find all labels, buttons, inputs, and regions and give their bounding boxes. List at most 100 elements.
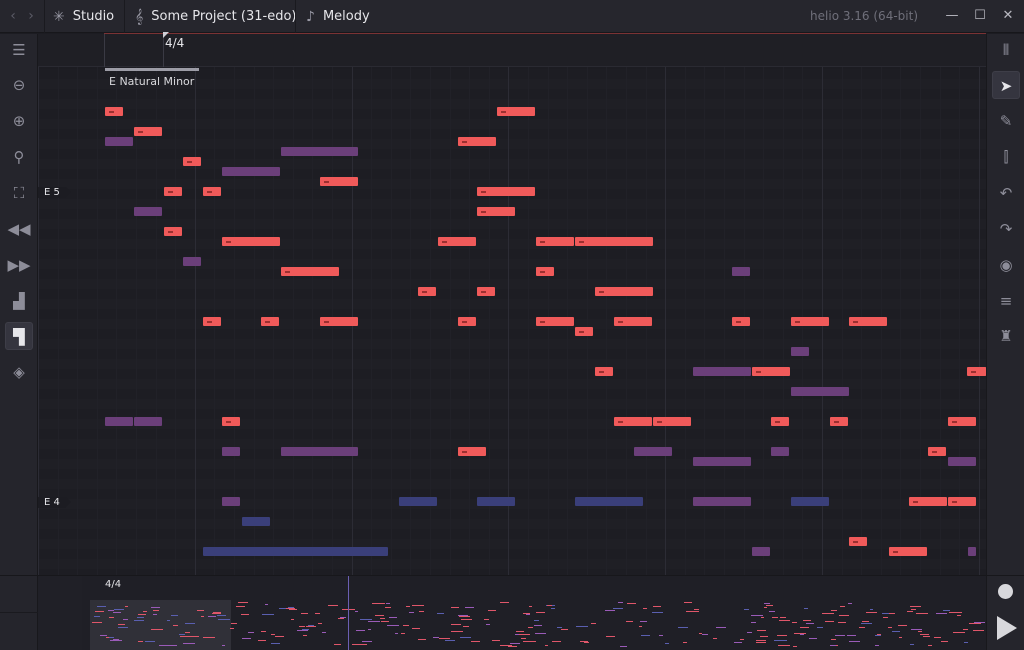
minimap-note — [384, 606, 392, 608]
beat-line — [783, 67, 784, 575]
minimap-note — [547, 605, 552, 607]
minimap-note — [302, 634, 307, 636]
minimap-note — [817, 626, 824, 628]
key-signature-marker[interactable] — [105, 68, 199, 71]
time-signature[interactable]: 4/4 — [165, 36, 184, 50]
studio-icon: ✳ — [53, 8, 65, 25]
pitch-row — [38, 169, 986, 179]
rewind-icon[interactable]: ◀◀ — [5, 215, 33, 243]
minimap-note — [367, 629, 372, 631]
minimap-note — [362, 640, 372, 642]
minimap-note — [653, 606, 661, 608]
note — [614, 417, 652, 426]
minimap-note — [109, 616, 114, 618]
cursor-icon[interactable]: ➤ — [992, 71, 1020, 99]
arpeggiator-icon[interactable]: ≡ — [992, 287, 1020, 315]
minimap[interactable]: 4/4 — [82, 576, 986, 650]
minimap-note — [337, 617, 344, 619]
ghost-note — [732, 267, 750, 276]
breadcrumb-project[interactable]: 𝄞 Some Project (31-edo) — [135, 0, 296, 33]
playhead[interactable] — [348, 576, 349, 650]
minimap-note — [260, 630, 267, 632]
split-icon[interactable]: ⫿ — [992, 143, 1020, 171]
minimap-note — [321, 632, 327, 634]
tuning-fork-icon[interactable]: ♜ — [992, 322, 1020, 350]
minimap-note — [831, 639, 836, 641]
forward-icon[interactable]: › — [24, 8, 38, 24]
zoom-fit-icon[interactable]: ⛶ — [5, 179, 33, 207]
minimap-note — [763, 606, 767, 608]
fast-forward-icon[interactable]: ▶▶ — [5, 251, 33, 279]
minimap-note — [534, 632, 546, 634]
beat-line — [685, 67, 686, 575]
ghost-note — [105, 137, 133, 146]
minimap-note — [898, 637, 903, 639]
minimap-note — [108, 610, 115, 612]
back-icon[interactable]: ‹ — [6, 8, 20, 24]
timeline-ruler[interactable]: 4/4 — [38, 32, 986, 67]
beat-line — [900, 67, 901, 575]
minimap-note — [520, 637, 526, 639]
note — [849, 317, 887, 326]
breadcrumb-track[interactable]: ♪ Melody — [306, 0, 370, 33]
left-toolbar: ☰ ⊖ ⊕ ⚲ ⛶ ◀◀ ▶▶ ▟ ▜ ◈ — [0, 34, 38, 575]
pitch-row — [38, 349, 986, 359]
minimap-note — [166, 644, 178, 646]
minimap-note — [356, 630, 366, 632]
zoom-in-icon[interactable]: ⊕ — [5, 107, 33, 135]
minimap-note — [112, 638, 119, 640]
minimap-note — [240, 614, 249, 616]
note — [164, 187, 182, 196]
minimap-note — [172, 624, 178, 626]
minimap-note — [740, 639, 744, 641]
minimap-note — [179, 634, 185, 636]
minimap-viewport[interactable] — [90, 600, 231, 650]
undo-icon[interactable]: ↶ — [992, 179, 1020, 207]
key-signature[interactable]: E Natural Minor — [109, 75, 194, 88]
pitch-row — [38, 119, 986, 129]
piano-roll[interactable]: E 5 E 4 — [38, 67, 986, 575]
pitch-row — [38, 149, 986, 159]
minimap-note — [640, 634, 651, 636]
play-button[interactable] — [997, 616, 1017, 640]
minimap-note — [779, 620, 791, 622]
paint-roller-icon[interactable]: ▜ — [5, 322, 33, 350]
minimap-note — [137, 617, 144, 619]
minimap-note — [93, 615, 100, 617]
metronome-icon[interactable]: ◉ — [992, 251, 1020, 279]
breadcrumb-studio[interactable]: ✳ Studio — [53, 0, 114, 33]
pen-icon[interactable]: ✎ — [992, 107, 1020, 135]
pitch-row — [38, 359, 986, 369]
minimap-note — [756, 640, 766, 642]
minimap-note — [290, 619, 294, 621]
toggle-panel-icon[interactable]: ⫴ — [992, 36, 1020, 64]
right-toolbar: ⫴ ➤ ✎ ⫿ ↶ ↷ ◉ ≡ ♜ — [986, 34, 1024, 575]
volume-bars-icon[interactable]: ▟ — [5, 287, 33, 315]
minimap-note — [763, 603, 770, 605]
minimap-note — [918, 630, 922, 632]
note — [477, 187, 535, 196]
minimap-note — [143, 610, 148, 612]
zoom-out-icon[interactable]: ⊖ — [5, 71, 33, 99]
minimap-note — [949, 612, 962, 614]
zoom-tool-icon[interactable]: ⚲ — [5, 143, 33, 171]
tag-icon[interactable]: ◈ — [5, 358, 33, 386]
ghost-note — [771, 447, 789, 456]
pitch-row — [38, 439, 986, 449]
note — [536, 317, 574, 326]
redo-icon[interactable]: ↷ — [992, 215, 1020, 243]
minimap-note — [274, 635, 285, 637]
minimap-note — [941, 640, 949, 642]
record-button[interactable] — [998, 584, 1013, 599]
minimap-note — [821, 612, 835, 614]
minimap-note — [839, 614, 850, 616]
minimap-note — [388, 616, 398, 618]
note — [536, 267, 554, 276]
minimize-icon[interactable]: — — [944, 7, 960, 25]
layout-icon[interactable]: ☰ — [5, 36, 33, 64]
minimap-note — [533, 620, 540, 622]
minimap-note — [848, 641, 860, 643]
close-icon[interactable]: ✕ — [1000, 7, 1016, 25]
minimap-note — [952, 631, 966, 633]
maximize-icon[interactable]: ☐ — [972, 7, 988, 25]
